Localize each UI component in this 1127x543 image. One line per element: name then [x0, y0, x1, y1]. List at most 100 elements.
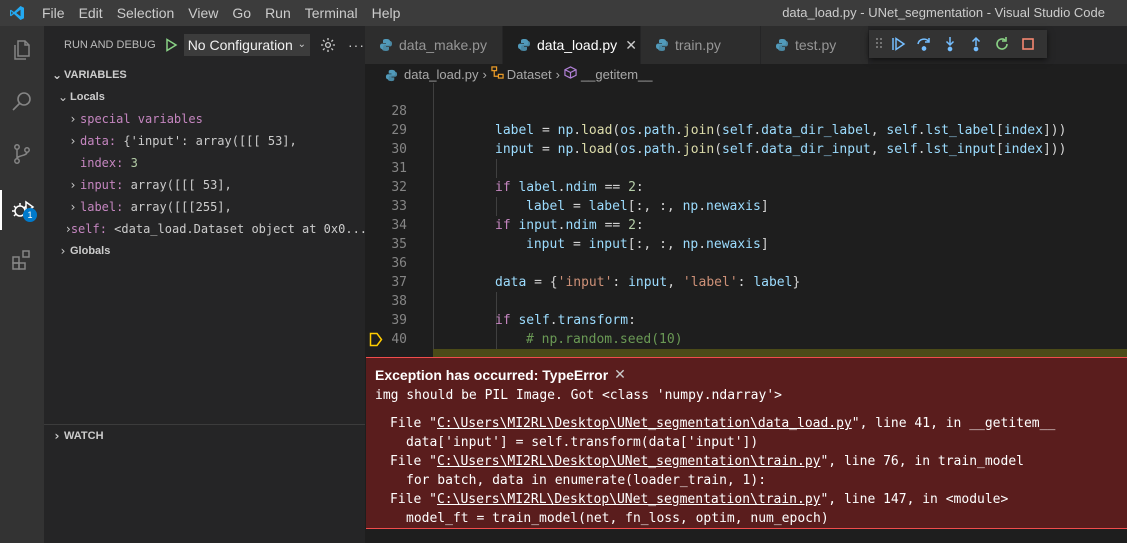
- tab-train[interactable]: train.py: [641, 26, 761, 64]
- tab-data-load[interactable]: data_load.py ✕: [503, 26, 641, 64]
- variable-value: {'input': array([[[ 53],: [123, 134, 297, 148]
- python-file-icon: [655, 38, 669, 52]
- globals-label: Globals: [70, 245, 111, 257]
- chevron-right-icon: ›: [54, 429, 60, 443]
- more-actions-icon[interactable]: ···: [348, 37, 365, 53]
- activity-bar: 1: [0, 26, 44, 543]
- variable-value: <data_load.Dataset object at 0x0...: [114, 222, 365, 236]
- vscode-logo-icon: [8, 4, 26, 22]
- code-line: 28 label = np.load(os.path.join(self.dat…: [365, 83, 1127, 138]
- trace-code: for batch, data in enumerate(loader_trai…: [406, 473, 767, 488]
- trace-suffix: ", line 147, in <module>: [820, 492, 1009, 507]
- variable-name: input:: [80, 178, 124, 192]
- chevron-down-icon: ⌄: [297, 39, 306, 50]
- python-file-icon: [379, 38, 393, 52]
- tab-data-make[interactable]: data_make.py: [365, 26, 503, 64]
- menu-run[interactable]: Run: [259, 0, 299, 26]
- code-line: 34 input = input[:, :, np.newaxis]: [365, 197, 1127, 252]
- variable-row[interactable]: › label: array([[[255],: [44, 196, 365, 218]
- debug-toolbar-header: RUN AND DEBUG No Configuration ⌄ ···: [44, 26, 365, 64]
- restart-icon[interactable]: [989, 31, 1015, 57]
- trace-frame: File "C:\Users\MI2RL\Desktop\UNet_segmen…: [390, 414, 1055, 433]
- tab-label: train.py: [675, 37, 721, 53]
- trace-frame: File "C:\Users\MI2RL\Desktop\UNet_segmen…: [390, 490, 1008, 509]
- step-into-icon[interactable]: [937, 31, 963, 57]
- variable-value: array([[[ 53],: [130, 178, 232, 192]
- trace-frame: File "C:\Users\MI2RL\Desktop\UNet_segmen…: [390, 452, 1024, 471]
- trace-code: data['input'] = self.transform(data['inp…: [406, 435, 759, 450]
- trace-suffix: ", line 76, in train_model: [820, 454, 1024, 469]
- run-debug-title: RUN AND DEBUG: [64, 39, 156, 51]
- code-line: 35: [365, 216, 1127, 252]
- exception-widget: Exception has occurred: TypeError ✕ img …: [366, 357, 1127, 529]
- close-icon[interactable]: ✕: [614, 366, 626, 383]
- source-control-icon[interactable]: [0, 134, 44, 174]
- debug-config-select[interactable]: No Configuration ⌄: [183, 34, 310, 56]
- menu-help[interactable]: Help: [366, 0, 409, 26]
- variable-row[interactable]: › special variables: [44, 108, 365, 130]
- trace-file-link[interactable]: C:\Users\MI2RL\Desktop\UNet_segmentation…: [437, 492, 821, 507]
- tab-label: data_make.py: [399, 37, 487, 53]
- tab-label: test.py: [795, 37, 837, 53]
- globals-scope[interactable]: › Globals: [44, 240, 365, 262]
- trace-prefix: File ": [390, 454, 437, 469]
- python-file-icon: [517, 38, 531, 52]
- code-line: 37: [365, 254, 1127, 290]
- menu-file[interactable]: File: [36, 0, 73, 26]
- code-line: 29 input = np.load(os.path.join(self.dat…: [365, 102, 1127, 157]
- explorer-icon[interactable]: [0, 30, 44, 70]
- variable-name: special variables: [80, 112, 203, 126]
- step-out-icon[interactable]: [963, 31, 989, 57]
- tab-test[interactable]: test.py: [761, 26, 869, 64]
- chevron-right-icon: ›: [70, 178, 76, 192]
- variable-row[interactable]: › input: array([[[ 53],: [44, 174, 365, 196]
- menu-selection[interactable]: Selection: [111, 0, 183, 26]
- menu-terminal[interactable]: Terminal: [299, 0, 366, 26]
- code-line: 36 data = {'input': input, 'label': labe…: [365, 235, 1127, 290]
- code-line: 39 # np.random.seed(10): [365, 292, 1127, 347]
- watch-header-label: WATCH: [64, 430, 104, 442]
- chevron-right-icon: ›: [70, 134, 76, 148]
- code-line: 33 if input.ndim == 2:: [365, 178, 1127, 233]
- variable-row[interactable]: index: 3: [44, 152, 365, 174]
- run-debug-icon[interactable]: 1: [0, 190, 44, 230]
- trace-file-link[interactable]: C:\Users\MI2RL\Desktop\UNet_segmentation…: [437, 416, 852, 431]
- variables-section-header[interactable]: ⌄ VARIABLES: [44, 64, 365, 86]
- variable-row[interactable]: › self: <data_load.Dataset object at 0x0…: [44, 218, 365, 240]
- variable-value: array([[[255],: [130, 200, 232, 214]
- extensions-icon[interactable]: [0, 240, 44, 280]
- menu-edit[interactable]: Edit: [73, 0, 111, 26]
- window-title: data_load.py - UNet_segmentation - Visua…: [782, 5, 1105, 20]
- step-over-icon[interactable]: [911, 31, 937, 57]
- debug-floating-toolbar: [869, 30, 1047, 58]
- variable-name: label:: [80, 200, 124, 214]
- menu-go[interactable]: Go: [226, 0, 259, 26]
- trace-code: model_ft = train_model(net, fn_loss, opt…: [406, 511, 829, 526]
- locals-scope[interactable]: ⌄ Locals: [44, 86, 365, 108]
- chevron-right-icon: ›: [70, 200, 76, 214]
- debug-sidebar: RUN AND DEBUG No Configuration ⌄ ··· ⌄ V…: [44, 26, 365, 543]
- code-line: 32 label = label[:, :, np.newaxis]: [365, 159, 1127, 214]
- chevron-down-icon: ⌄: [51, 68, 63, 82]
- menu-view[interactable]: View: [182, 0, 226, 26]
- title-bar: File Edit Selection View Go Run Terminal…: [0, 0, 1127, 26]
- variable-name: self:: [70, 222, 107, 236]
- current-line: 41 data['input'] = self.transform(data['…: [365, 330, 1127, 423]
- variable-name: data:: [80, 134, 117, 148]
- watch-section-header[interactable]: › WATCH: [44, 425, 371, 447]
- variable-row[interactable]: › data: {'input': array([[[ 53],: [44, 130, 365, 152]
- exception-message: img should be PIL Image. Got <class 'num…: [375, 388, 782, 403]
- trace-file-link[interactable]: C:\Users\MI2RL\Desktop\UNet_segmentation…: [437, 454, 821, 469]
- trace-prefix: File ": [390, 492, 437, 507]
- close-icon[interactable]: ✕: [625, 26, 637, 64]
- debug-config-label: No Configuration: [187, 37, 293, 53]
- chevron-right-icon: ›: [60, 244, 66, 258]
- drag-handle-icon[interactable]: [875, 36, 885, 53]
- code-line: 31 if label.ndim == 2:: [365, 140, 1127, 195]
- stop-icon[interactable]: [1015, 31, 1041, 57]
- start-debugging-icon[interactable]: [164, 38, 178, 52]
- search-icon[interactable]: [0, 82, 44, 122]
- continue-icon[interactable]: [885, 31, 911, 57]
- gear-icon[interactable]: [320, 37, 336, 53]
- exception-title-row: Exception has occurred: TypeError ✕: [375, 366, 626, 383]
